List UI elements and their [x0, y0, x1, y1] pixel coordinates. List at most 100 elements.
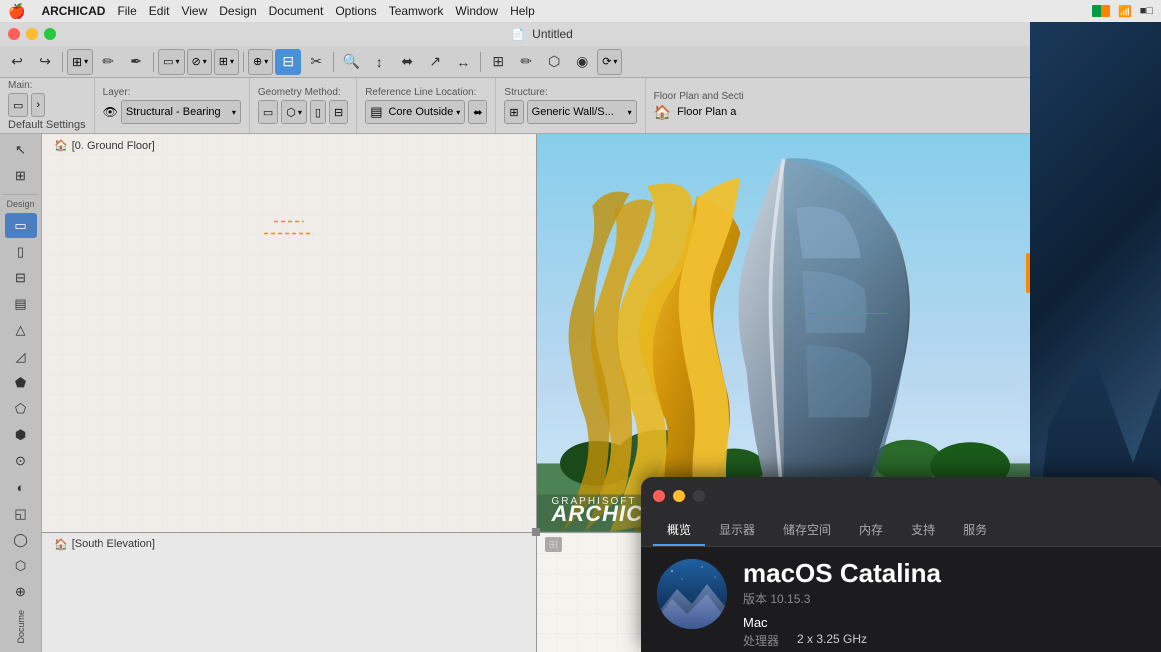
marquee-tool[interactable]: ⊞	[5, 164, 37, 188]
rotate-tool[interactable]: ↗	[422, 49, 448, 75]
shape-dropdown[interactable]: ▭▾	[158, 49, 184, 75]
railing-tool[interactable]: ⬢	[5, 423, 37, 447]
morph-tool[interactable]: ⬟	[5, 371, 37, 395]
menu-help[interactable]: Help	[510, 4, 535, 18]
dialog-max-btn[interactable]	[693, 490, 705, 502]
document-label: Docume	[14, 606, 28, 648]
undo-button[interactable]: ↩	[4, 49, 30, 75]
wall-tool-active[interactable]: ⊟	[275, 49, 301, 75]
refline-side-btn[interactable]: ⬌	[468, 100, 487, 124]
viewport-resize-handle[interactable]	[532, 528, 540, 536]
geo-btn-3[interactable]: ▯	[310, 100, 326, 124]
window-tool[interactable]: ◱	[5, 502, 37, 526]
mesh-tool[interactable]: ⊕	[5, 580, 37, 604]
menu-design[interactable]: Design	[219, 4, 256, 18]
pencil-tool[interactable]: ✏	[95, 49, 121, 75]
close-button[interactable]	[8, 28, 20, 40]
floor-plan-content: 🏠 Floor Plan a	[654, 104, 744, 121]
view-options-dropdown[interactable]: ⊞▾	[67, 49, 93, 75]
tab-service[interactable]: 服务	[949, 515, 1001, 546]
building-svg	[537, 134, 1031, 532]
tab-support[interactable]: 支持	[897, 515, 949, 546]
door-tool[interactable]: ◐	[5, 475, 37, 499]
hw-label: Mac	[743, 615, 1145, 630]
zoom-tool[interactable]: 🔍	[338, 49, 364, 75]
menu-teamwork[interactable]: Teamwork	[389, 4, 444, 18]
trim-tool[interactable]: ✂	[303, 49, 329, 75]
window-title: 📄 Untitled	[62, 27, 1022, 41]
constraint-dropdown[interactable]: ⊘▾	[187, 49, 212, 75]
column-tool[interactable]: ▯	[5, 240, 37, 264]
mirror-tool[interactable]: ↔	[450, 49, 476, 75]
scroll-indicator[interactable]	[1026, 253, 1030, 293]
dialog-min-btn[interactable]	[673, 490, 685, 502]
main-expand-btn[interactable]: ›	[31, 93, 45, 117]
geo-btn-4[interactable]: ⊟	[329, 100, 348, 124]
structure-icon-btn[interactable]: ⊞	[504, 100, 523, 124]
os-version: 版本 10.15.3	[743, 590, 1145, 607]
geo-btn-2[interactable]: ⬡▾	[281, 100, 307, 124]
object-tool[interactable]: ◯	[5, 528, 37, 552]
curtain-wall-tool[interactable]: ⊙	[5, 449, 37, 473]
pen-tool[interactable]: ✒	[123, 49, 149, 75]
main-content: ▭ ›	[8, 93, 86, 117]
grid-dropdown[interactable]: ⊞▾	[214, 49, 239, 75]
menu-document[interactable]: Document	[269, 4, 324, 18]
tool-options-bar: Main: ▭ › Default Settings Layer: 👁 Stru…	[0, 78, 1030, 134]
view-3d-dropdown[interactable]: ⟳▾	[597, 49, 622, 75]
minimize-button[interactable]	[26, 28, 38, 40]
dialog-close-btn[interactable]	[653, 490, 665, 502]
menu-archicad[interactable]: ARCHICAD	[41, 4, 105, 18]
beam-tool[interactable]: ⊟	[5, 266, 37, 290]
geo-btn-1[interactable]: ▭	[258, 100, 278, 124]
wifi-icon[interactable]: 📶	[1118, 5, 1132, 18]
menu-right: 📶 ■□	[1092, 5, 1153, 18]
slab-tool[interactable]: ▤	[5, 292, 37, 316]
ground-floor-pane[interactable]: 🏠 [0. Ground Floor]	[42, 134, 536, 532]
arch-render: GRAPHISOFT ARCHICAD 23 3003 INT FULL	[537, 134, 1031, 532]
shell-tool[interactable]: ◿	[5, 344, 37, 368]
layer-dropdown-btn[interactable]: Structural - Bearing▾	[121, 100, 241, 124]
grid-display-btn[interactable]: ⊞	[485, 49, 511, 75]
toolbar-sep-2	[153, 52, 154, 72]
section-btn[interactable]: ◉	[569, 49, 595, 75]
menu-view[interactable]: View	[181, 4, 207, 18]
dialog-tabs: 概览 显示器 储存空间 内存 支持 服务	[641, 515, 1161, 547]
lamp-tool[interactable]: ⬡	[5, 554, 37, 578]
main-toolbar: ↩ ↪ ⊞▾ ✏ ✒ ▭▾ ⊘▾ ⊞▾ ⊕▾ ⊟ ✂ 🔍 ↕ ⬌ ↗ ↔ ⊞ ✏…	[0, 46, 1030, 78]
south-elevation-pane[interactable]: 🏠 [South Elevation]	[42, 533, 536, 652]
refline-label: Reference Line Location:	[365, 87, 487, 98]
3d-btn[interactable]: ⬡	[541, 49, 567, 75]
menu-file[interactable]: File	[117, 4, 136, 18]
menu-options[interactable]: Options	[335, 4, 376, 18]
redo-button[interactable]: ↪	[32, 49, 58, 75]
rect-tool-btn[interactable]: ▭	[8, 93, 28, 117]
menu-window[interactable]: Window	[455, 4, 498, 18]
tab-memory[interactable]: 内存	[845, 515, 897, 546]
default-settings-label: Default Settings	[8, 119, 86, 131]
stair-tool[interactable]: ⬠	[5, 397, 37, 421]
toolbar-sep-5	[480, 52, 481, 72]
wall-panel-tool[interactable]: ▭	[5, 213, 37, 237]
pan-tool[interactable]: ↕	[366, 49, 392, 75]
select-tool[interactable]: ↖	[5, 138, 37, 162]
annotation-btn[interactable]: ✏	[513, 49, 539, 75]
snap-dropdown[interactable]: ⊕▾	[248, 49, 273, 75]
structure-dropdown-btn[interactable]: Generic Wall/S...▾	[527, 100, 637, 124]
toolbar-sep-3	[243, 52, 244, 72]
design-section-label: Design	[2, 194, 39, 209]
structure-content: ⊞ Generic Wall/S...▾	[504, 100, 636, 124]
floor-plan-label: Floor Plan and Secti	[654, 91, 744, 102]
maximize-button[interactable]	[44, 28, 56, 40]
3d-view-pane[interactable]: [3D / All]	[537, 134, 1031, 532]
tab-storage[interactable]: 储存空间	[769, 515, 845, 546]
geometry-label: Geometry Method:	[258, 87, 348, 98]
menu-edit[interactable]: Edit	[149, 4, 170, 18]
tab-overview[interactable]: 概览	[653, 515, 705, 546]
move-tool[interactable]: ⬌	[394, 49, 420, 75]
refline-dropdown-btn[interactable]: ▤ Core Outside ▾	[365, 100, 465, 124]
roof-tool[interactable]: △	[5, 318, 37, 342]
apple-menu[interactable]: 🍎	[8, 3, 25, 20]
tab-display[interactable]: 显示器	[705, 515, 769, 546]
floor-plan-value: Floor Plan a	[677, 106, 736, 118]
